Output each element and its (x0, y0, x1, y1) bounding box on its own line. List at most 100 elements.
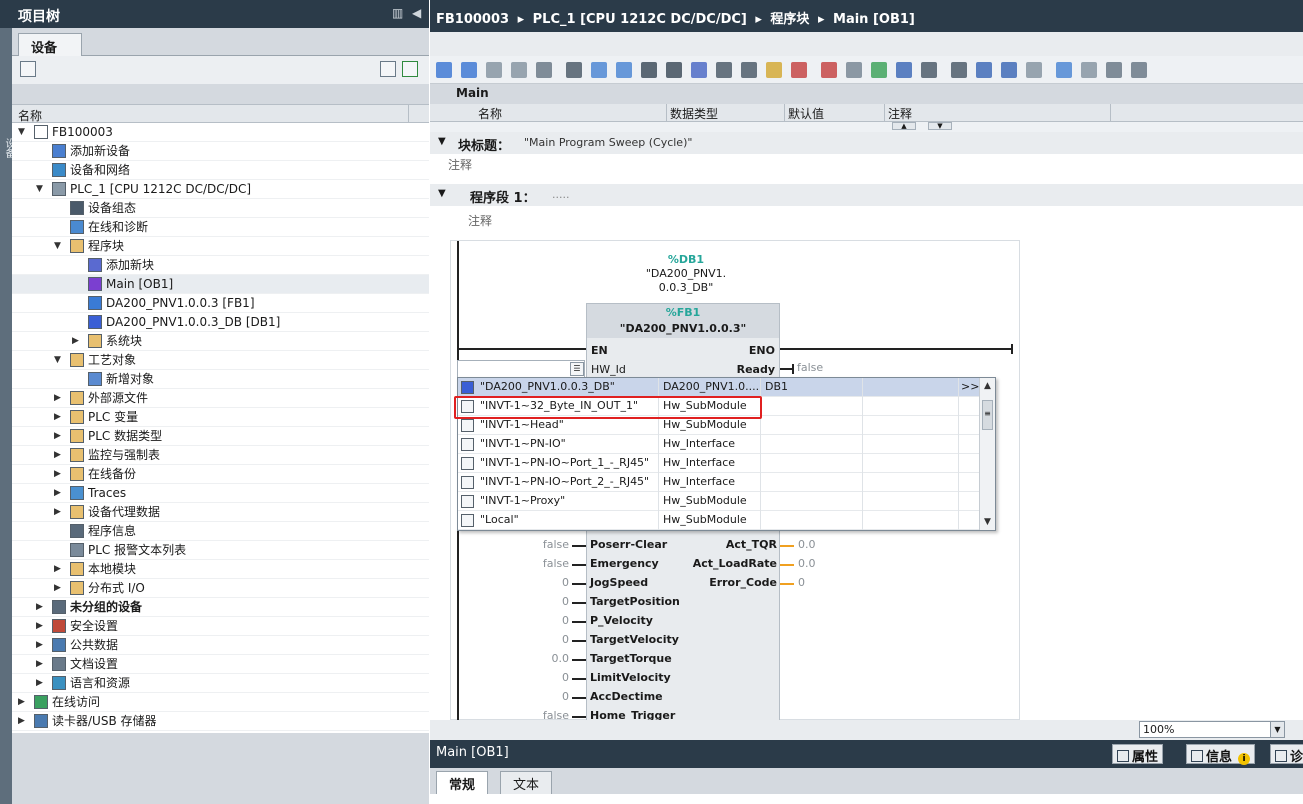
expand-arrow-icon[interactable]: ▼ (54, 237, 64, 255)
tree-item[interactable]: ▶ 在线访问 (12, 693, 429, 712)
collapse-arrow-icon[interactable]: ▶ (36, 636, 46, 654)
tree-toggle-icon[interactable] (20, 61, 36, 77)
tab-devices[interactable]: 设备 (18, 33, 82, 57)
input-value[interactable]: 0 (509, 690, 569, 703)
tree-item[interactable]: 程序信息 (12, 522, 429, 541)
breadcrumb-item[interactable]: 程序块 (770, 12, 809, 27)
tree-item[interactable]: ▼ 程序块 (12, 237, 429, 256)
force-icon[interactable] (846, 62, 862, 78)
expand-arrow-icon[interactable]: ▼ (54, 351, 64, 369)
collapse-arrow-icon[interactable]: ▶ (72, 332, 82, 350)
tree-item[interactable]: 在线和诊断 (12, 218, 429, 237)
collapse-arrow-icon[interactable]: ▼ (438, 136, 446, 147)
input-value[interactable]: 0 (509, 614, 569, 627)
tree-item[interactable]: ▶ 监控与强制表 (12, 446, 429, 465)
operand-display-icon[interactable] (666, 62, 682, 78)
contact-nc-icon[interactable] (921, 62, 937, 78)
delete-network-icon[interactable] (461, 62, 477, 78)
tree-item[interactable]: ▶ 文档设置 (12, 655, 429, 674)
tree-item[interactable]: 添加新设备 (12, 142, 429, 161)
collapse-arrow-icon[interactable]: ▶ (54, 389, 64, 407)
jump-icon[interactable] (741, 62, 757, 78)
coil-icon[interactable] (951, 62, 967, 78)
input-value[interactable]: false (509, 709, 569, 720)
tree-item[interactable]: ▼ PLC_1 [CPU 1212C DC/DC/DC] (12, 180, 429, 199)
collapse-arrow-icon[interactable]: ▶ (36, 655, 46, 673)
monitor-icon[interactable] (821, 62, 837, 78)
goto-error-icon[interactable] (716, 62, 732, 78)
input-value[interactable]: 0.0 (509, 652, 570, 665)
output-value[interactable]: 0 (798, 576, 805, 589)
output-value[interactable]: 0.0 (798, 538, 816, 551)
tree-item[interactable]: 新增对象 (12, 370, 429, 389)
breadcrumb-item[interactable]: PLC_1 [CPU 1212C DC/DC/DC] (533, 12, 747, 27)
input-value[interactable]: false (509, 538, 569, 551)
tree-item[interactable]: ▼ 工艺对象 (12, 351, 429, 370)
dropdown-item[interactable]: "INVT-1~PN-IO~Port_1_-_RJ45" Hw_Interface (458, 454, 980, 473)
collapse-arrow-icon[interactable]: ▶ (36, 617, 46, 635)
col-comment[interactable]: 注释 (888, 105, 912, 122)
reset-start-icon[interactable] (536, 62, 552, 78)
network-comment[interactable]: 注释 (468, 212, 492, 229)
tree-item[interactable]: Main [OB1] (12, 275, 429, 294)
dropdown-item[interactable]: "INVT-1~Proxy" Hw_SubModule (458, 492, 980, 511)
dropdown-scrollbar[interactable]: ▲ ≡ ▼ (979, 378, 995, 530)
collapse-panel-icon[interactable]: ◀ (412, 6, 421, 20)
collapse-arrow-icon[interactable]: ▶ (54, 560, 64, 578)
input-value[interactable]: 0 (509, 576, 569, 589)
dropdown-item[interactable]: "DA200_PNV1.0.0.3_DB" DA200_PNV1.0.... DB1… (458, 378, 980, 397)
block-title-value[interactable]: "Main Program Sweep (Cycle)" (524, 136, 692, 149)
compare-icon[interactable] (791, 62, 807, 78)
favorite-icon[interactable] (766, 62, 782, 78)
collapse-arrow-icon[interactable]: ▶ (54, 579, 64, 597)
panel-layout-icon[interactable]: ▥ (392, 6, 403, 20)
tab-text[interactable]: 文本 (500, 771, 553, 794)
collapse-arrow-icon[interactable]: ▶ (54, 465, 64, 483)
collapse-arrow-icon[interactable]: ▶ (54, 503, 64, 521)
zoom-select[interactable]: 100% ▼ (1139, 721, 1285, 738)
ready-value[interactable]: false (797, 361, 823, 374)
input-value[interactable]: false (509, 557, 569, 570)
col-datatype[interactable]: 数据类型 (670, 105, 718, 122)
network-header[interactable]: ▼ 程序段 1： ..... (430, 184, 1303, 206)
operand-list-icon[interactable]: ☰ (570, 362, 584, 376)
show-tags-icon[interactable] (641, 62, 657, 78)
collapse-arrow-icon[interactable]: ▶ (54, 427, 64, 445)
tree-item[interactable]: ▶ 分布式 I/O (12, 579, 429, 598)
add-row-icon[interactable] (511, 62, 527, 78)
tree-item[interactable]: ▶ 语言和资源 (12, 674, 429, 693)
instance-db-name[interactable]: "DA200_PNV1. 0.0.3_DB" (626, 267, 746, 295)
dropdown-item[interactable]: "Local" Hw_SubModule (458, 511, 980, 530)
collapse-arrow-icon[interactable]: ▶ (54, 484, 64, 502)
col-default[interactable]: 默认值 (788, 105, 824, 122)
splitter-up-icon[interactable]: ▲ (892, 122, 916, 130)
tree-item[interactable]: ▶ 公共数据 (12, 636, 429, 655)
tree-item[interactable]: ▶ Traces (12, 484, 429, 503)
splitter-down-icon[interactable]: ▼ (928, 122, 952, 130)
tab-general[interactable]: 常规 (436, 771, 489, 794)
collapse-arrow-icon[interactable]: ▶ (54, 446, 64, 464)
tree-item[interactable]: ▼ FB100003 (12, 123, 429, 142)
abs-display-icon[interactable] (566, 62, 582, 78)
scroll-thumb[interactable]: ≡ (982, 400, 993, 430)
next-icon[interactable] (1056, 62, 1072, 78)
breadcrumb-item[interactable]: Main [OB1] (833, 12, 915, 27)
tab-info[interactable]: 信息 i (1186, 744, 1256, 765)
tree-item[interactable]: ▶ 系统块 (12, 332, 429, 351)
tree-item[interactable]: 设备和网络 (12, 161, 429, 180)
show-favorites-icon[interactable] (591, 62, 607, 78)
insert-network-icon[interactable] (436, 62, 452, 78)
network-title[interactable]: ..... (552, 188, 569, 201)
overview-icon[interactable] (380, 61, 396, 77)
snapshot-icon[interactable] (1131, 62, 1147, 78)
tree-item[interactable]: ▶ 外部源文件 (12, 389, 429, 408)
tree-item[interactable]: DA200_PNV1.0.0.3 [FB1] (12, 294, 429, 313)
expand-arrow-icon[interactable]: ▼ (18, 123, 28, 141)
tree-item[interactable]: DA200_PNV1.0.0.3_DB [DB1] (12, 313, 429, 332)
input-value[interactable]: 0 (509, 671, 569, 684)
interface-splitter[interactable]: ▲ ▼ (430, 122, 1303, 132)
block-title-row[interactable]: ▼ 块标题： "Main Program Sweep (Cycle)" (430, 132, 1303, 154)
chevron-down-icon[interactable]: ▼ (1270, 722, 1284, 737)
close-branch-icon[interactable] (1001, 62, 1017, 78)
collapse-arrow-icon[interactable]: ▶ (54, 408, 64, 426)
